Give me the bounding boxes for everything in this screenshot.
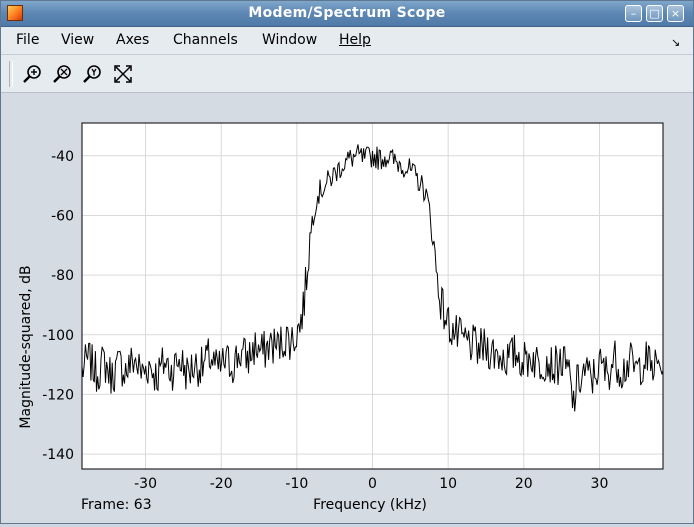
- x-tick-label: 0: [368, 476, 377, 492]
- minimize-button[interactable]: –: [625, 5, 642, 22]
- x-tick-label: -10: [285, 476, 308, 492]
- y-tick-labels: -40 -60 -80 -100 -120 -140: [42, 149, 74, 463]
- y-tick-label: -120: [42, 387, 74, 403]
- window-title: Modem/Spectrum Scope: [248, 5, 446, 21]
- close-button[interactable]: ×: [667, 5, 684, 22]
- menu-channels[interactable]: Channels: [173, 27, 238, 54]
- figure-area: -30 -20 -10 0 10 20 30 -40 -60 -80 -100 -120 -140 F…: [1, 93, 693, 523]
- x-tick-labels: -30 -20 -10 0 10 20 30: [134, 476, 608, 492]
- zoom-x-icon[interactable]: [52, 63, 74, 85]
- y-tick-label: -40: [51, 149, 74, 165]
- y-tick-label: -140: [42, 447, 74, 463]
- x-axis-label: Frequency (kHz): [313, 497, 427, 513]
- x-tick-label: -30: [134, 476, 157, 492]
- dock-arrow-icon[interactable]: ↘: [671, 36, 680, 49]
- menu-file[interactable]: File: [16, 27, 39, 54]
- menu-help[interactable]: Help: [339, 27, 371, 54]
- frame-counter: Frame: 63: [81, 497, 152, 513]
- spectrum-plot[interactable]: -30 -20 -10 0 10 20 30 -40-60-80-100-120-140 F…: [1, 93, 693, 523]
- y-tick-label: -80: [51, 268, 74, 284]
- menu-bar: File View Axes Channels Window Help ↘: [1, 27, 693, 55]
- title-bar[interactable]: Modem/Spectrum Scope – □ ×: [1, 1, 693, 27]
- y-axis-label: Magnitude-squared, dB: [18, 265, 34, 428]
- zoom-y-icon[interactable]: [82, 63, 104, 85]
- menu-view[interactable]: View: [61, 27, 94, 54]
- toolbar: [1, 55, 693, 93]
- x-tick-label: 20: [515, 476, 533, 492]
- menu-window[interactable]: Window: [262, 27, 317, 54]
- maximize-button[interactable]: □: [646, 5, 663, 22]
- zoom-in-icon[interactable]: [22, 63, 44, 85]
- y-tick-label: -60: [51, 208, 74, 224]
- scope-window: Modem/Spectrum Scope – □ × File View Axe…: [0, 0, 694, 524]
- x-tick-label: 30: [591, 476, 609, 492]
- autoscale-icon[interactable]: [112, 63, 134, 85]
- toolbar-grip[interactable]: [9, 61, 13, 87]
- x-tick-label: 10: [439, 476, 457, 492]
- y-tick-label: -100: [42, 328, 74, 344]
- menu-axes[interactable]: Axes: [116, 27, 149, 54]
- x-tick-label: -20: [210, 476, 233, 492]
